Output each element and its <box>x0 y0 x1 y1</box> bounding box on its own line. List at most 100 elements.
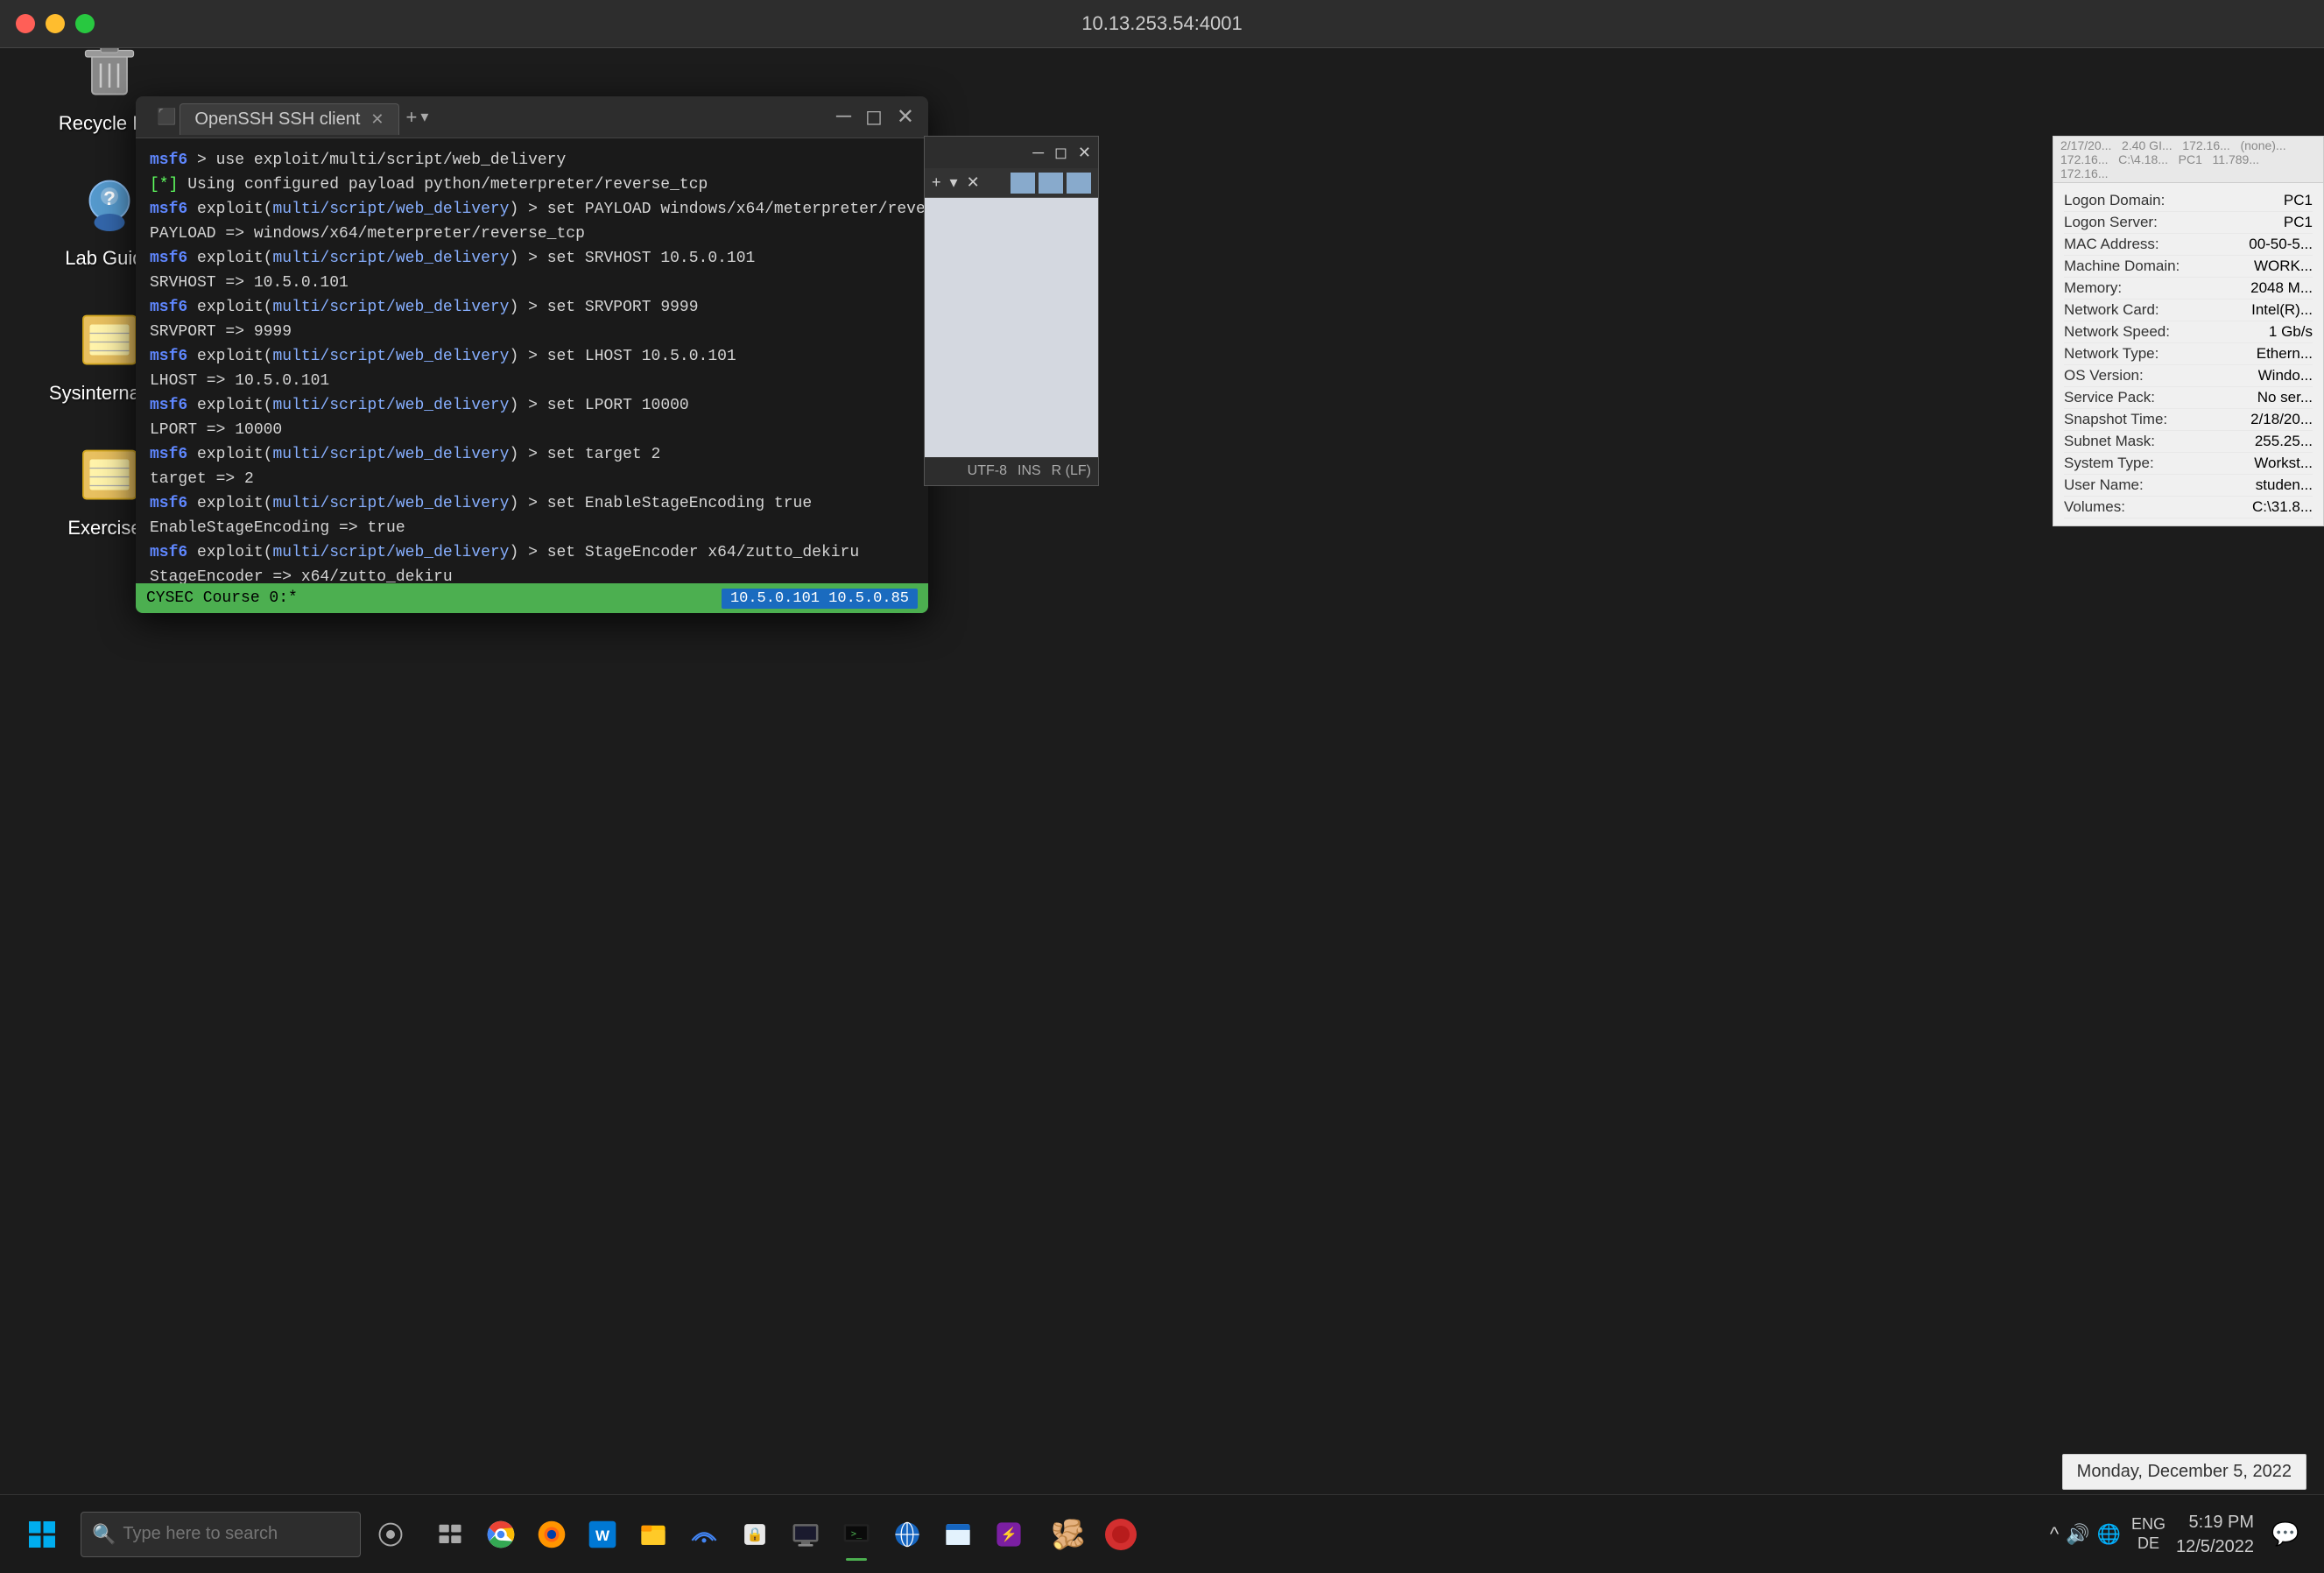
sysinfo-val: 1 Gb/s <box>2269 323 2313 341</box>
taskbar-store[interactable]: W <box>580 1512 625 1557</box>
taskbar-web[interactable] <box>884 1512 930 1557</box>
window-close-button[interactable]: ✕ <box>897 104 914 130</box>
editor-x-button[interactable]: ✕ <box>967 173 980 192</box>
terminal-line: LPORT => 10000 <box>150 419 914 442</box>
window-title: 10.13.253.54:4001 <box>1081 12 1243 35</box>
sysinfo-key: Machine Domain: <box>2064 257 2187 275</box>
statusbar-left-text: CYSEC Course 0:* <box>146 589 298 607</box>
terminal-line: PAYLOAD => windows/x64/meterpreter/rever… <box>150 222 914 246</box>
gingerbread-icon: 🫚 <box>1051 1518 1086 1551</box>
editor-statusbar: UTF-8 INS R (LF) <box>925 457 1098 485</box>
editor-toolbar2: + ▾ ✕ <box>925 168 1098 198</box>
sysinfo-row: Memory: 2048 M... <box>2064 278 2313 300</box>
sysinfo-key: User Name: <box>2064 476 2187 494</box>
start-button[interactable] <box>18 1510 67 1559</box>
terminal-line: target => 2 <box>150 468 914 491</box>
editor-titlebar: ─ ◻ ✕ <box>925 137 1098 168</box>
taskbar-purple-app[interactable]: ⚡ <box>986 1512 1032 1557</box>
terminal-window: ⬛ OpenSSH SSH client ✕ + ▾ ─ ◻ ✕ msf6 > … <box>136 96 928 613</box>
lf-label: R (LF) <box>1052 463 1091 479</box>
taskbar-metasploit[interactable]: >_ <box>834 1512 879 1557</box>
taskbar-windows-explorer[interactable] <box>935 1512 981 1557</box>
taskbar-red-circle[interactable] <box>1098 1512 1144 1557</box>
taskbar-virtual-desktops[interactable] <box>427 1512 473 1557</box>
sysinfo-val: studen... <box>2256 476 2313 494</box>
editor-icon2 <box>1039 173 1063 194</box>
close-button[interactable] <box>16 14 35 33</box>
terminal-line: msf6 exploit(multi/script/web_delivery) … <box>150 492 914 516</box>
taskbar-special-icons: 🫚 <box>1046 1512 1144 1557</box>
clock-display[interactable]: 5:19 PM 12/5/2022 <box>2176 1510 2254 1559</box>
terminal-line: msf6 exploit(multi/script/web_delivery) … <box>150 345 914 369</box>
terminal-line: EnableStageEncoding => true <box>150 517 914 540</box>
taskbar-network[interactable] <box>681 1512 727 1557</box>
editor-add-button[interactable]: + <box>932 173 941 192</box>
taskbar-search-box[interactable]: 🔍 <box>81 1512 361 1557</box>
task-view-button[interactable] <box>368 1512 413 1557</box>
editor-restore-button[interactable]: ◻ <box>1054 144 1067 162</box>
terminal-line: [*] Using configured payload python/mete… <box>150 173 914 197</box>
tray-volume-icon[interactable]: 🔊 <box>2066 1523 2089 1546</box>
taskbar-chrome[interactable] <box>478 1512 524 1557</box>
terminal-line: SRVHOST => 10.5.0.101 <box>150 272 914 295</box>
sysinfo-key: Logon Domain: <box>2064 192 2187 209</box>
sysinfo-key: Logon Server: <box>2064 214 2187 231</box>
tab-close-button[interactable]: ✕ <box>370 110 384 129</box>
sysinfo-row: Network Type: Ethern... <box>2064 343 2313 365</box>
exercises-icon <box>74 440 144 510</box>
terminal-line: msf6 exploit(multi/script/web_delivery) … <box>150 247 914 271</box>
terminal-body[interactable]: msf6 > use exploit/multi/script/web_deli… <box>136 138 928 583</box>
sysinfo-row: Service Pack: No ser... <box>2064 387 2313 409</box>
taskbar-file-explorer[interactable] <box>630 1512 676 1557</box>
sysinfo-topbar-values: 2/17/20... 2.40 GI... 172.16... (none)..… <box>2060 138 2316 180</box>
svg-text:⚡: ⚡ <box>1000 1527 1017 1542</box>
sysinfo-key: Service Pack: <box>2064 389 2187 406</box>
clock-date: 12/5/2022 <box>2176 1534 2254 1559</box>
taskbar-gingerbread[interactable]: 🫚 <box>1046 1512 1091 1557</box>
tab-bar: ⬛ OpenSSH SSH client ✕ + ▾ <box>157 102 826 133</box>
terminal-line: msf6 exploit(multi/script/web_delivery) … <box>150 296 914 320</box>
taskbar-firefox[interactable] <box>529 1512 574 1557</box>
notification-button[interactable]: 💬 <box>2264 1513 2306 1555</box>
terminal-tab[interactable]: OpenSSH SSH client ✕ <box>180 103 398 135</box>
search-input[interactable] <box>123 1524 355 1544</box>
sysinfo-topbar: 2/17/20... 2.40 GI... 172.16... (none)..… <box>2053 137 2323 183</box>
window-minimize-button[interactable]: ─ <box>836 104 851 130</box>
window-restore-button[interactable]: ◻ <box>865 104 883 130</box>
main-titlebar: 10.13.253.54:4001 <box>0 0 2324 48</box>
editor-close-button[interactable]: ✕ <box>1078 144 1091 162</box>
sysinfo-row: Subnet Mask: 255.25... <box>2064 431 2313 453</box>
editor-icon3 <box>1067 173 1091 194</box>
sysinfo-key: Volumes: <box>2064 498 2187 516</box>
editor-panel: ─ ◻ ✕ + ▾ ✕ UTF-8 INS R (LF) <box>924 136 1099 486</box>
svg-text:W: W <box>595 1527 610 1543</box>
mode-label: INS <box>1018 463 1041 479</box>
tab-chevron-icon[interactable]: ▾ <box>420 108 428 126</box>
sysinfo-row: System Type: Workst... <box>2064 453 2313 475</box>
sysinfo-val: 2048 M... <box>2250 279 2313 297</box>
date-tooltip-text: Monday, December 5, 2022 <box>2077 1462 2292 1481</box>
maximize-button[interactable] <box>75 14 95 33</box>
desktop: 10.13.253.54:4001 Recycle Bin <box>0 0 2324 1573</box>
minimize-button[interactable] <box>46 14 65 33</box>
tray-network-icon[interactable]: 🌐 <box>2097 1523 2121 1546</box>
terminal-titlebar: ⬛ OpenSSH SSH client ✕ + ▾ ─ ◻ ✕ <box>136 96 928 138</box>
editor-body <box>925 198 1098 457</box>
new-tab-button[interactable]: + <box>406 106 418 129</box>
sysinfo-key: System Type: <box>2064 455 2187 472</box>
editor-minimize-button[interactable]: ─ <box>1032 144 1044 162</box>
taskbar-remote-desktop[interactable] <box>783 1512 828 1557</box>
sysinfo-row: OS Version: Windo... <box>2064 365 2313 387</box>
tray-icons: ^ 🔊 🌐 <box>2050 1523 2121 1546</box>
taskbar-security[interactable]: 🔒 <box>732 1512 778 1557</box>
window-actions: ─ ◻ ✕ <box>836 104 914 130</box>
editor-down-button[interactable]: ▾ <box>950 173 958 192</box>
sysinfo-row: Snapshot Time: 2/18/20... <box>2064 409 2313 431</box>
svg-text:🔒: 🔒 <box>746 1527 763 1542</box>
sysinfo-row: Logon Server: PC1 <box>2064 212 2313 234</box>
tray-up-arrow[interactable]: ^ <box>2050 1523 2059 1546</box>
language-indicator[interactable]: ENG DE <box>2131 1515 2166 1553</box>
sysinfo-key: Network Type: <box>2064 345 2187 363</box>
sysinfo-val: No ser... <box>2257 389 2313 406</box>
sysinfo-row: User Name: studen... <box>2064 475 2313 497</box>
